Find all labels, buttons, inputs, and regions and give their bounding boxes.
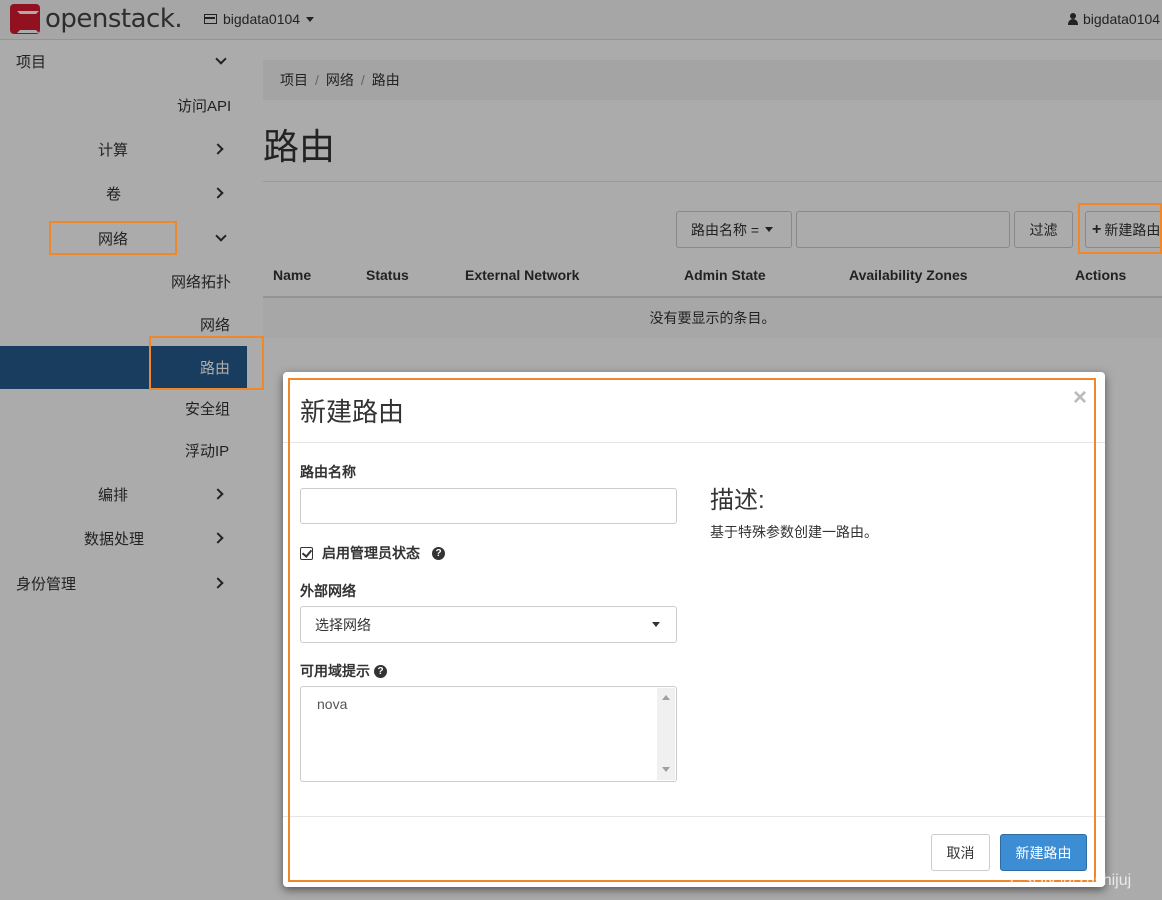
highlight-box (49, 221, 177, 255)
watermark: CSDN @Yushijuj (1010, 872, 1132, 889)
highlight-box (288, 378, 1096, 882)
highlight-box (1078, 203, 1162, 254)
highlight-box (149, 336, 264, 390)
